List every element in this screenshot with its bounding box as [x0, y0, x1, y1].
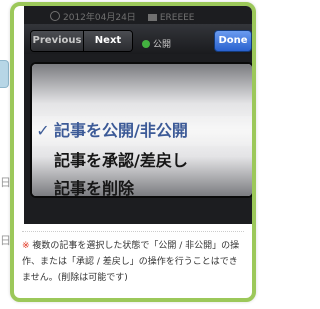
behind-bar: 2012年04月24日 EREEEE	[50, 10, 252, 24]
previous-button[interactable]: Previous	[31, 31, 84, 51]
screenshot-card: 2012年04月24日 EREEEE Previous Next 公開 Done …	[10, 2, 256, 302]
check-icon: ✓	[36, 121, 50, 140]
next-button[interactable]: Next	[84, 31, 132, 51]
phone-screen: 2012年04月24日 EREEEE Previous Next 公開 Done …	[24, 6, 252, 224]
note-mark: ※	[22, 241, 30, 251]
publish-status: 公開	[142, 37, 171, 50]
caption-note: ※ 複数の記事を選択した状態で「公開 / 非公開」の操作、または「承認 / 差戻…	[22, 238, 244, 286]
done-button[interactable]: Done	[214, 30, 252, 52]
behind-category: EREEEE	[159, 13, 195, 23]
picker-item-publish[interactable]: ✓ 記事を公開/非公開	[32, 116, 252, 146]
picker-item-label: 記事を削除	[54, 179, 135, 198]
picker-item-approve[interactable]: 記事を承認/差戻し	[32, 146, 252, 176]
picker-item-delete[interactable]: 記事を削除	[32, 174, 252, 198]
picker-item-label: 記事を公開/非公開	[54, 121, 188, 140]
status-dot-icon	[142, 40, 150, 48]
publish-status-label: 公開	[153, 40, 172, 50]
note-text: 複数の記事を選択した状態で「公開 / 非公開」の操作、または「承認 / 差戻し」…	[22, 241, 240, 283]
picker-item-label: 記事を承認/差戻し	[54, 151, 188, 170]
background-tab-handle	[0, 60, 9, 88]
divider	[22, 231, 244, 232]
behind-date: 2012年04月24日	[63, 13, 136, 23]
picker-wheel[interactable]: ✓ 記事を公開/非公開 記事を承認/差戻し 記事を削除	[30, 62, 252, 198]
calendar-icon	[50, 11, 60, 21]
picker-toolbar: Previous Next 公開 Done	[24, 24, 252, 54]
folder-icon	[147, 14, 157, 21]
prev-next-segment: Previous Next	[30, 30, 133, 52]
